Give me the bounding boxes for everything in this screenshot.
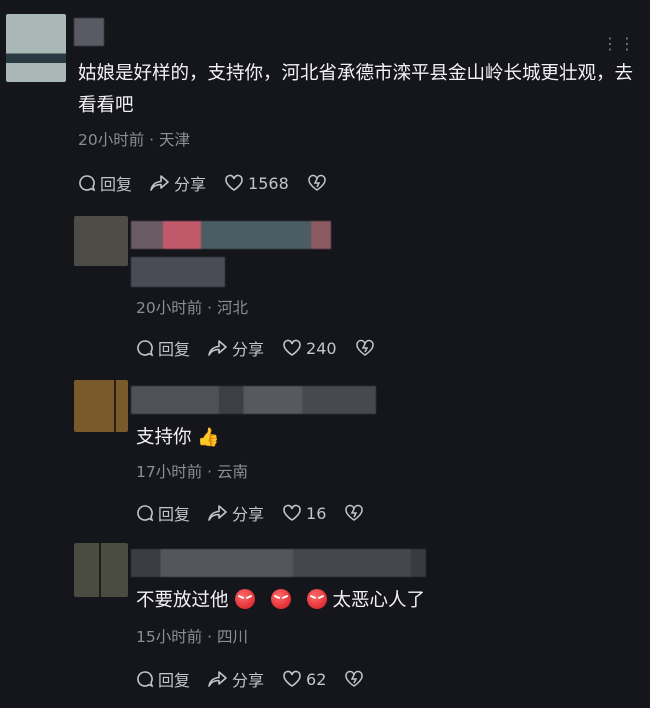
reply-label: 回复 [158, 671, 191, 690]
comment-text-part2: 太恶心人了 [332, 590, 426, 611]
username-redacted [74, 18, 104, 46]
share-label: 分享 [232, 671, 265, 690]
share-button[interactable]: 分享 [150, 171, 206, 195]
comment-location: 云南 [217, 463, 249, 481]
comment-actions: 回复 分享 62 [136, 667, 386, 691]
comment-meta: 20小时前 · 天津 [78, 128, 190, 150]
heart-icon [283, 670, 301, 687]
share-icon [208, 671, 227, 687]
comment-location: 河北 [217, 299, 249, 317]
heart-icon [225, 174, 243, 191]
dislike-button[interactable] [344, 504, 368, 522]
like-button[interactable]: 1568 [224, 174, 289, 193]
share-label: 分享 [232, 340, 265, 359]
share-icon [208, 505, 227, 521]
comment-location: 四川 [217, 628, 249, 646]
share-icon [150, 175, 169, 191]
share-button[interactable]: 分享 [208, 501, 264, 525]
username-redacted [131, 386, 376, 414]
comment-actions: 回复 分享 16 [136, 501, 386, 525]
separator: · [207, 299, 213, 317]
comment-3: 支持你 👍 17小时前 · 云南 回复 分享 16 [0, 370, 650, 530]
comment-2: 20小时前 · 河北 回复 分享 240 [0, 205, 650, 365]
comment-4: 不要放过他 太恶心人了 15小时前 · 四川 回复 分享 62 [0, 535, 650, 708]
like-count: 1568 [248, 173, 289, 193]
reply-button[interactable]: 回复 [136, 501, 190, 525]
dislike-icon [345, 504, 364, 521]
dislike-icon [308, 174, 326, 191]
reply-icon [79, 175, 96, 192]
share-button[interactable]: 分享 [208, 667, 264, 691]
reply-label: 回复 [100, 175, 133, 194]
heart-icon [283, 504, 301, 521]
dislike-button[interactable] [344, 670, 368, 688]
like-button[interactable]: 16 [282, 504, 326, 523]
dislike-icon [345, 670, 364, 687]
angry-emoji [270, 589, 291, 609]
avatar[interactable] [74, 543, 128, 597]
comment-text-part1: 不要放过他 [136, 590, 229, 611]
reply-button[interactable]: 回复 [136, 667, 190, 691]
comment-time: 20小时前 [78, 131, 145, 149]
reply-icon [137, 671, 154, 688]
separator: · [149, 131, 155, 149]
share-label: 分享 [174, 175, 207, 194]
dislike-button[interactable] [307, 174, 331, 192]
like-count: 62 [306, 669, 327, 689]
reply-button[interactable]: 回复 [78, 171, 132, 195]
comment-time: 20小时前 [136, 299, 203, 317]
username-redacted [131, 221, 331, 249]
comment-meta: 17小时前 · 云南 [136, 460, 248, 482]
dislike-button[interactable] [355, 339, 379, 357]
separator: · [207, 463, 213, 481]
comment-1: 姑娘是好样的，支持你，河北省承德市滦平县金山岭长城更壮观，去看看吧 20小时前 … [0, 0, 650, 205]
share-button[interactable]: 分享 [208, 336, 264, 360]
reply-label: 回复 [158, 340, 191, 359]
share-icon [208, 340, 227, 356]
reply-icon [137, 340, 154, 357]
comment-meta: 15小时前 · 四川 [136, 625, 248, 647]
comment-time: 15小时前 [136, 628, 203, 646]
separator: · [207, 628, 213, 646]
comment-actions: 回复 分享 1568 [78, 171, 349, 195]
share-label: 分享 [232, 505, 265, 524]
comment-text: 支持你 👍 [136, 422, 220, 454]
comment-location: 天津 [159, 131, 191, 149]
reply-button[interactable]: 回复 [136, 336, 190, 360]
comment-meta: 20小时前 · 河北 [136, 296, 248, 318]
comment-text-content: 支持你 [136, 427, 192, 448]
reply-label: 回复 [158, 505, 191, 524]
like-button[interactable]: 240 [282, 339, 337, 358]
avatar[interactable] [74, 380, 128, 432]
dislike-icon [355, 339, 374, 356]
reply-icon [137, 505, 154, 522]
thumbs-up-emoji: 👍 [197, 427, 220, 448]
comment-actions: 回复 分享 240 [136, 336, 397, 360]
heart-icon [283, 339, 301, 356]
like-count: 240 [306, 338, 337, 358]
username-redacted [131, 549, 426, 577]
comment-time: 17小时前 [136, 463, 203, 481]
like-count: 16 [306, 503, 327, 523]
angry-emoji [234, 589, 255, 609]
angry-emoji [306, 589, 327, 609]
comment-text-redacted [131, 257, 225, 287]
comment-text: 不要放过他 太恶心人了 [136, 585, 425, 617]
comment-text: 姑娘是好样的，支持你，河北省承德市滦平县金山岭长城更壮观，去看看吧 [78, 63, 634, 116]
like-button[interactable]: 62 [282, 670, 326, 689]
avatar[interactable] [74, 216, 128, 266]
avatar[interactable] [6, 14, 66, 82]
